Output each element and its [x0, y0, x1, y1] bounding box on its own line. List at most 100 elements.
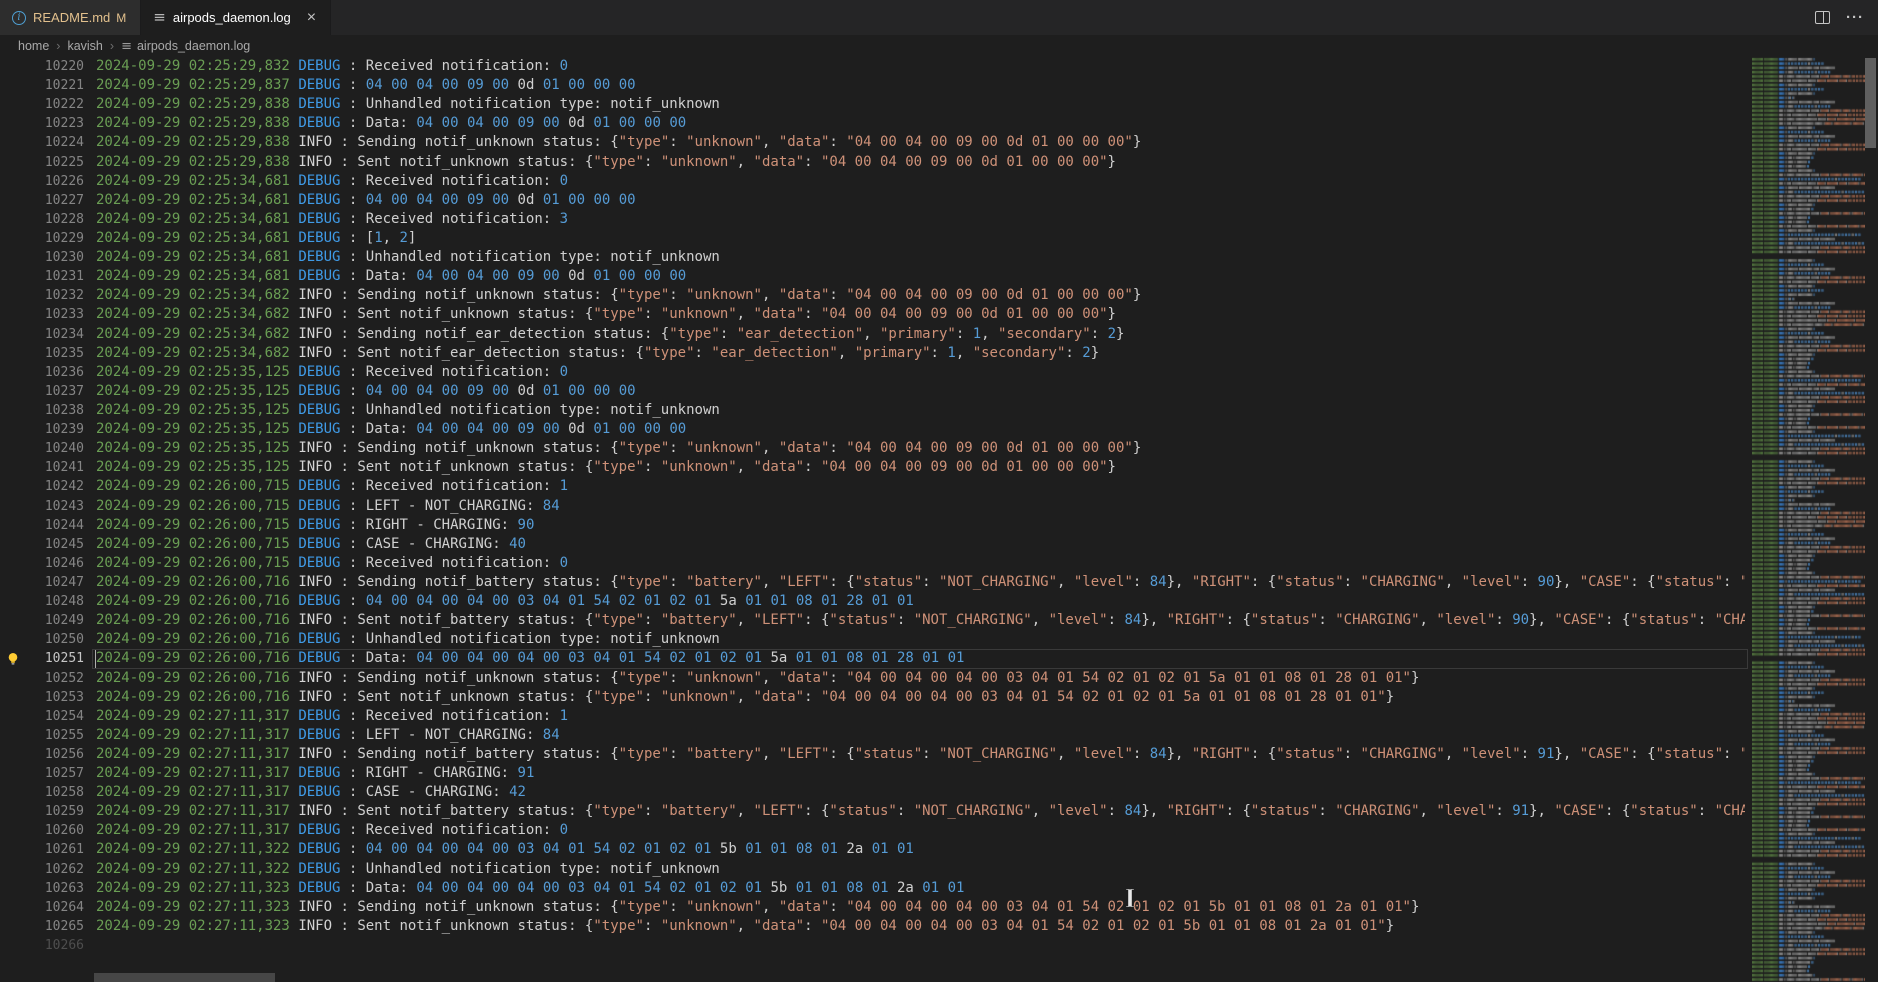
line-number[interactable]: 10258	[0, 783, 84, 802]
horizontal-scrollbar-thumb[interactable]	[94, 973, 275, 982]
line-number[interactable]: 10248	[0, 592, 84, 611]
breadcrumb-file[interactable]: ≡ airpods_daemon.log	[121, 39, 250, 54]
log-line-text[interactable]: 2024-09-29 02:25:34,681 DEBUG : Received…	[96, 210, 1745, 229]
log-line-text[interactable]: 2024-09-29 02:25:34,681 DEBUG : Data: 04…	[96, 267, 1745, 286]
log-line-text[interactable]: 2024-09-29 02:26:00,716 INFO : Sent noti…	[96, 611, 1745, 630]
log-line[interactable]: 10235 2024-09-29 02:25:34,682 INFO : Sent…	[0, 344, 1745, 363]
log-line[interactable]: 10231 2024-09-29 02:25:34,681 DEBUG : Dat…	[0, 267, 1745, 286]
line-number[interactable]: 10246	[0, 554, 84, 573]
log-line-text[interactable]: 2024-09-29 02:25:29,838 INFO : Sent noti…	[96, 153, 1745, 172]
line-number[interactable]: 10255	[0, 726, 84, 745]
log-line-text[interactable]: 2024-09-29 02:25:34,682 INFO : Sent noti…	[96, 344, 1745, 363]
log-line-text[interactable]: 2024-09-29 02:25:34,681 DEBUG : Received…	[96, 172, 1745, 191]
breadcrumb-home[interactable]: home	[18, 39, 49, 53]
line-number[interactable]: 10247	[0, 573, 84, 592]
line-number[interactable]: 10226	[0, 172, 84, 191]
log-line[interactable]: 10238 2024-09-29 02:25:35,125 DEBUG : Unh…	[0, 401, 1745, 420]
line-number[interactable]: 10227	[0, 191, 84, 210]
log-line-text[interactable]: 2024-09-29 02:26:00,716 INFO : Sending n…	[96, 669, 1745, 688]
line-number[interactable]: 10228	[0, 210, 84, 229]
log-line-text[interactable]: 2024-09-29 02:27:11,323 DEBUG : Data: 04…	[96, 879, 1745, 898]
log-line[interactable]: 10247 2024-09-29 02:26:00,716 INFO : Send…	[0, 573, 1745, 592]
line-number[interactable]: 10230	[0, 248, 84, 267]
log-line-text[interactable]: 2024-09-29 02:26:00,716 DEBUG : Unhandle…	[96, 630, 1745, 649]
line-number[interactable]: 10256	[0, 745, 84, 764]
log-line-text[interactable]: 2024-09-29 02:25:29,838 DEBUG : Unhandle…	[96, 95, 1745, 114]
log-line-text[interactable]: 2024-09-29 02:25:34,681 DEBUG : Unhandle…	[96, 248, 1745, 267]
log-line-text[interactable]: 2024-09-29 02:27:11,317 DEBUG : Received…	[96, 707, 1745, 726]
log-line[interactable]: 10244 2024-09-29 02:26:00,715 DEBUG : RIG…	[0, 516, 1745, 535]
line-number[interactable]: 10242	[0, 477, 84, 496]
log-line[interactable]: 10262 2024-09-29 02:27:11,322 DEBUG : Unh…	[0, 860, 1745, 879]
line-number[interactable]: 10265	[0, 917, 84, 936]
log-line[interactable]: 10223 2024-09-29 02:25:29,838 DEBUG : Dat…	[0, 114, 1745, 133]
line-number[interactable]: 10231	[0, 267, 84, 286]
line-number[interactable]: 10254	[0, 707, 84, 726]
log-line[interactable]: 10252 2024-09-29 02:26:00,716 INFO : Send…	[0, 669, 1745, 688]
log-line[interactable]: 102392024-09-29 02:25:35,125 DEBUG : Dat…	[0, 420, 1745, 439]
log-line[interactable]: 102642024-09-29 02:27:11,323 INFO : Send…	[0, 898, 1745, 917]
log-line-text[interactable]: 2024-09-29 02:27:11,322 DEBUG : 04 00 04…	[96, 840, 1745, 859]
log-line[interactable]: 10229 2024-09-29 02:25:34,681 DEBUG : [1,…	[0, 229, 1745, 248]
line-number[interactable]: 10261	[0, 840, 84, 859]
line-number[interactable]: 10252	[0, 669, 84, 688]
line-number[interactable]: 10235	[0, 344, 84, 363]
line-number[interactable]: 10244	[0, 516, 84, 535]
log-line[interactable]: 10254 2024-09-29 02:27:11,317 DEBUG : Rec…	[0, 707, 1745, 726]
log-line-text[interactable]: 2024-09-29 02:25:34,682 INFO : Sent noti…	[96, 305, 1745, 324]
log-line-text[interactable]: 2024-09-29 02:27:11,322 DEBUG : Unhandle…	[96, 860, 1745, 879]
log-line[interactable]: 10227 2024-09-29 02:25:34,681 DEBUG : 04 …	[0, 191, 1745, 210]
log-line-text[interactable]: 2024-09-29 02:25:35,125 DEBUG : Data: 04…	[96, 420, 1745, 439]
log-line-text[interactable]: 2024-09-29 02:26:00,716 DEBUG : 04 00 04…	[96, 592, 1745, 611]
log-line[interactable]: 102492024-09-29 02:26:00,716 INFO : Sent…	[0, 611, 1745, 630]
log-line-text[interactable]: 2024-09-29 02:27:11,317 INFO : Sent noti…	[96, 802, 1745, 821]
log-line-text[interactable]: 2024-09-29 02:27:11,317 INFO : Sending n…	[96, 745, 1745, 764]
log-line[interactable]: 10232 2024-09-29 02:25:34,682 INFO : Send…	[0, 286, 1745, 305]
line-number[interactable]: 10234	[0, 325, 84, 344]
log-line[interactable]: 102412024-09-29 02:25:35,125 INFO : Sent…	[0, 458, 1745, 477]
log-line[interactable]: 10256 2024-09-29 02:27:11,317 INFO : Send…	[0, 745, 1745, 764]
log-line[interactable]: 102602024-09-29 02:27:11,317 DEBUG : Rec…	[0, 821, 1745, 840]
line-number[interactable]: 10229	[0, 229, 84, 248]
line-number[interactable]: 10225	[0, 153, 84, 172]
line-number[interactable]: 10262	[0, 860, 84, 879]
log-line-text[interactable]: 2024-09-29 02:26:00,715 DEBUG : Received…	[96, 554, 1745, 573]
log-line[interactable]: 10226 2024-09-29 02:25:34,681 DEBUG : Rec…	[0, 172, 1745, 191]
lightbulb-icon[interactable]	[5, 651, 21, 667]
line-number[interactable]: 10257	[0, 764, 84, 783]
log-line-text[interactable]: 2024-09-29 02:26:00,715 DEBUG : RIGHT - …	[96, 516, 1745, 535]
log-line-text[interactable]: 2024-09-29 02:25:34,681 DEBUG : [1, 2]	[96, 229, 1745, 248]
log-line[interactable]: 10230 2024-09-29 02:25:34,681 DEBUG : Unh…	[0, 248, 1745, 267]
line-number[interactable]: 10259	[0, 802, 84, 821]
minimap[interactable]	[1752, 57, 1865, 982]
log-line[interactable]: 10261 2024-09-29 02:27:11,322 DEBUG : 04 …	[0, 840, 1745, 859]
line-number[interactable]: 10245	[0, 535, 84, 554]
line-number[interactable]: 10238	[0, 401, 84, 420]
log-line[interactable]: 102212024-09-29 02:25:29,837 DEBUG : 04 …	[0, 76, 1745, 95]
line-number[interactable]: 10223	[0, 114, 84, 133]
log-line[interactable]: 102652024-09-29 02:27:11,323 INFO : Sent…	[0, 917, 1745, 936]
line-number[interactable]: 10221	[0, 76, 84, 95]
log-line-text[interactable]: 2024-09-29 02:25:34,682 INFO : Sending n…	[96, 325, 1745, 344]
log-line-text[interactable]: 2024-09-29 02:25:34,681 DEBUG : 04 00 04…	[96, 191, 1745, 210]
line-number[interactable]: 10243	[0, 497, 84, 516]
log-line[interactable]: 102362024-09-29 02:25:35,125 DEBUG : Rec…	[0, 363, 1745, 382]
line-number[interactable]: 10220	[0, 57, 84, 76]
log-line-text[interactable]: 2024-09-29 02:27:11,323 INFO : Sending n…	[96, 898, 1745, 917]
tab-airpods-daemon-log[interactable]: ≡ airpods_daemon.log ×	[141, 0, 331, 35]
log-line[interactable]: 102632024-09-29 02:27:11,323 DEBUG : Dat…	[0, 879, 1745, 898]
log-line-text[interactable]: 2024-09-29 02:25:34,682 INFO : Sending n…	[96, 286, 1745, 305]
log-line[interactable]: 102242024-09-29 02:25:29,838 INFO : Send…	[0, 133, 1745, 152]
log-line[interactable]: 102572024-09-29 02:27:11,317 DEBUG : RIG…	[0, 764, 1745, 783]
log-line-text[interactable]: 2024-09-29 02:25:35,125 DEBUG : Unhandle…	[96, 401, 1745, 420]
tab-readme[interactable]: i README.md M	[0, 0, 141, 35]
log-line-text[interactable]: 2024-09-29 02:25:35,125 DEBUG : 04 00 04…	[96, 382, 1745, 401]
line-number[interactable]: 10224	[0, 133, 84, 152]
log-line-text[interactable]: 2024-09-29 02:27:11,317 DEBUG : CASE - C…	[96, 783, 1745, 802]
line-number[interactable]: 10232	[0, 286, 84, 305]
log-line-text[interactable]: 2024-09-29 02:25:29,838 DEBUG : Data: 04…	[96, 114, 1745, 133]
log-line[interactable]: 102422024-09-29 02:26:00,715 DEBUG : Rec…	[0, 477, 1745, 496]
line-number[interactable]: 10266	[0, 936, 84, 955]
line-number[interactable]: 10222	[0, 95, 84, 114]
log-line-text[interactable]: 2024-09-29 02:26:00,716 INFO : Sending n…	[96, 573, 1745, 592]
